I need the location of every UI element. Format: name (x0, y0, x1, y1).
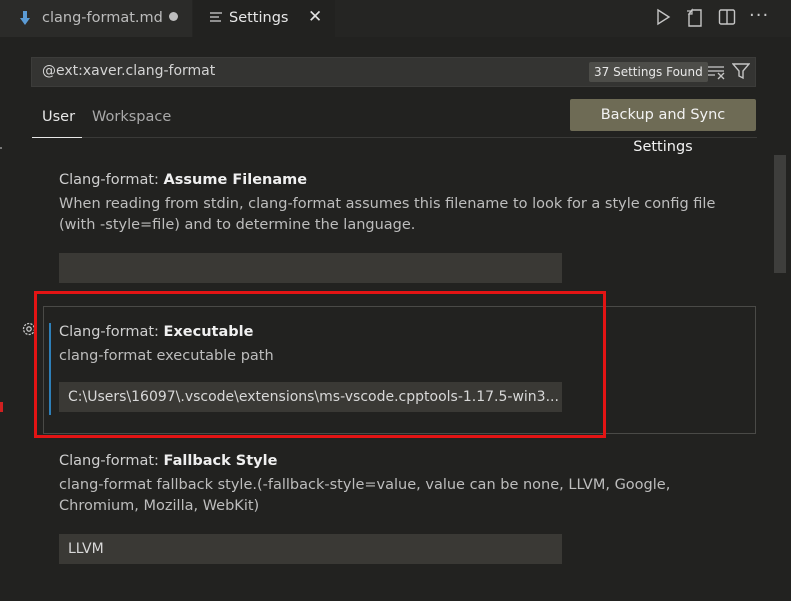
clear-filter-icon[interactable] (707, 62, 727, 86)
active-tab-underline (32, 137, 82, 138)
highlight-annotation (34, 291, 606, 438)
backup-sync-button[interactable]: Backup and Sync Settings (570, 99, 756, 155)
setting-fallback-style: Clang-format: Fallback Style clang-forma… (59, 453, 739, 517)
tab-user[interactable]: User (42, 109, 75, 125)
tab-workspace[interactable]: Workspace (92, 109, 171, 125)
tab-settings[interactable]: Settings ✕ (193, 0, 335, 37)
tab-clang-format-md[interactable]: clang-format.md (0, 0, 192, 37)
markdown-file-icon (20, 11, 30, 29)
fallback-style-input[interactable]: LLVM (59, 534, 562, 564)
settings-editor-icon (210, 11, 222, 26)
edge-marker (0, 402, 3, 412)
setting-description: clang-format fallback style.(-fallback-s… (59, 477, 671, 514)
close-icon[interactable]: ✕ (308, 7, 322, 27)
edge-dot (0, 147, 2, 149)
results-count-badge: 37 Settings Found (589, 62, 708, 82)
assume-filename-input[interactable] (59, 253, 562, 283)
search-query[interactable]: @ext:xaver.clang-format (42, 63, 215, 79)
tab-label: clang-format.md (42, 10, 163, 26)
settings-search-input[interactable]: @ext:xaver.clang-format 37 Settings Foun… (31, 57, 756, 87)
open-json-icon[interactable] (686, 8, 706, 32)
setting-title: Clang-format: Assume Filename (59, 172, 308, 188)
setting-description: When reading from stdin, clang-format as… (59, 196, 716, 233)
unsaved-dot-icon[interactable] (169, 12, 178, 21)
split-editor-icon[interactable] (718, 8, 736, 30)
run-icon[interactable] (655, 8, 671, 30)
editor-tab-bar: clang-format.md Settings ✕ ··· (0, 0, 791, 37)
tab-label: Settings (229, 10, 289, 26)
more-actions-icon[interactable]: ··· (749, 5, 769, 26)
scrollbar-thumb[interactable] (774, 155, 786, 273)
filter-icon[interactable] (731, 62, 751, 84)
setting-assume-filename: Clang-format: Assume Filename When readi… (59, 172, 739, 236)
setting-title: Clang-format: Fallback Style (59, 453, 278, 469)
